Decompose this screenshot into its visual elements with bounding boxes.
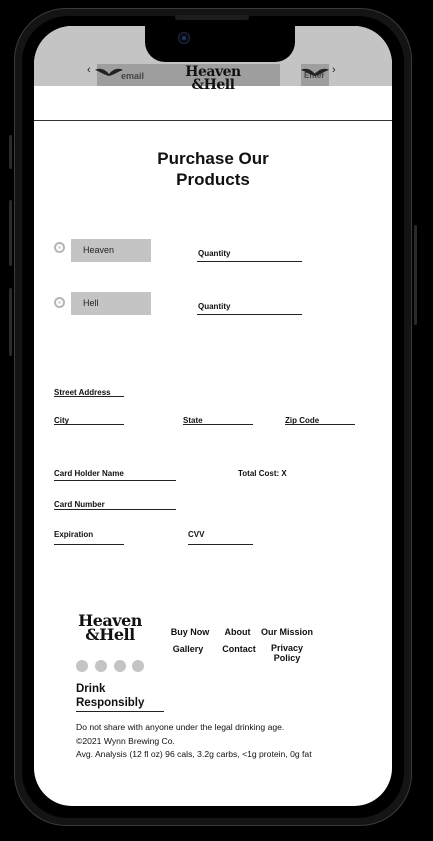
footer-link-privacy-policy[interactable]: Privacy Policy <box>264 643 310 663</box>
state-input[interactable] <box>183 424 253 425</box>
footer-logo[interactable]: Heaven &Hell <box>76 612 144 645</box>
cvv-label: CVV <box>188 530 205 539</box>
chevron-right-icon[interactable]: › <box>332 64 336 76</box>
power-button <box>414 225 417 325</box>
volume-down-button <box>9 288 12 356</box>
legal-line-copyright: ©2021 Wynn Brewing Co. <box>76 735 175 746</box>
footer-link-buy-now[interactable]: Buy Now <box>164 627 216 637</box>
expiration-label: Expiration <box>54 530 94 539</box>
social-icon-1[interactable] <box>76 660 88 672</box>
social-icon-2[interactable] <box>95 660 107 672</box>
street-address-input[interactable] <box>54 396 124 397</box>
drink-line-2: Responsibly <box>76 697 145 709</box>
quantity-label: Quantity <box>198 302 231 311</box>
privacy-line-2: Policy <box>273 653 301 663</box>
privacy-line-1: Privacy <box>270 643 304 653</box>
quantity-input-hell[interactable] <box>197 314 302 315</box>
chevron-left-icon[interactable]: ‹ <box>87 64 91 76</box>
zip-code-input[interactable] <box>285 424 355 425</box>
page-title: Purchase Our Products <box>34 148 392 190</box>
drink-responsibly: Drink Responsibly <box>76 682 144 710</box>
product-radio-heaven[interactable] <box>54 242 65 253</box>
social-icon-3[interactable] <box>114 660 126 672</box>
drink-underline <box>76 711 164 712</box>
legal-line-nutrition: Avg. Analysis (12 fl oz) 96 cals, 3.2g c… <box>76 749 312 759</box>
wings-icon <box>95 68 123 76</box>
volume-up-button <box>9 200 12 266</box>
header-logo[interactable]: Heaven &Hell <box>182 65 244 93</box>
footer-link-about[interactable]: About <box>220 627 255 637</box>
logo-line-2: &Hell <box>191 76 235 93</box>
card-number-input[interactable] <box>54 509 176 510</box>
mute-button <box>9 135 12 169</box>
footer-logo-line-2: &Hell <box>85 625 135 645</box>
footer-link-contact[interactable]: Contact <box>218 644 260 654</box>
footer-link-gallery[interactable]: Gallery <box>166 644 210 654</box>
email-placeholder: email <box>121 71 145 81</box>
quantity-input-heaven[interactable] <box>197 261 302 262</box>
product-radio-hell[interactable] <box>54 297 65 308</box>
camera-icon <box>178 32 190 44</box>
expiration-input[interactable] <box>54 544 124 545</box>
phone-screen: email Enter ‹ › Heaven &Hell Purchase Ou… <box>34 26 392 806</box>
total-cost: Total Cost: X <box>238 469 287 478</box>
speaker-grille <box>175 15 249 20</box>
page-title-line-2: Products <box>176 170 250 189</box>
header-divider <box>34 120 392 121</box>
legal-line-age: Do not share with anyone under the legal… <box>76 722 285 732</box>
city-input[interactable] <box>54 424 124 425</box>
card-holder-label: Card Holder Name <box>54 469 124 478</box>
page-title-line-1: Purchase Our <box>157 149 269 168</box>
product-hell[interactable]: Hell <box>71 292 151 315</box>
notch <box>145 26 295 62</box>
drink-line-1: Drink <box>76 683 106 695</box>
card-number-label: Card Number <box>54 500 105 509</box>
social-icon-4[interactable] <box>132 660 144 672</box>
legal-text: Do not share with anyone under the legal… <box>76 721 312 762</box>
wings-icon <box>301 68 329 76</box>
card-holder-input[interactable] <box>54 480 176 481</box>
footer-link-our-mission[interactable]: Our Mission <box>258 627 316 637</box>
cvv-input[interactable] <box>188 544 253 545</box>
quantity-label: Quantity <box>198 249 231 258</box>
product-heaven[interactable]: Heaven <box>71 239 151 262</box>
